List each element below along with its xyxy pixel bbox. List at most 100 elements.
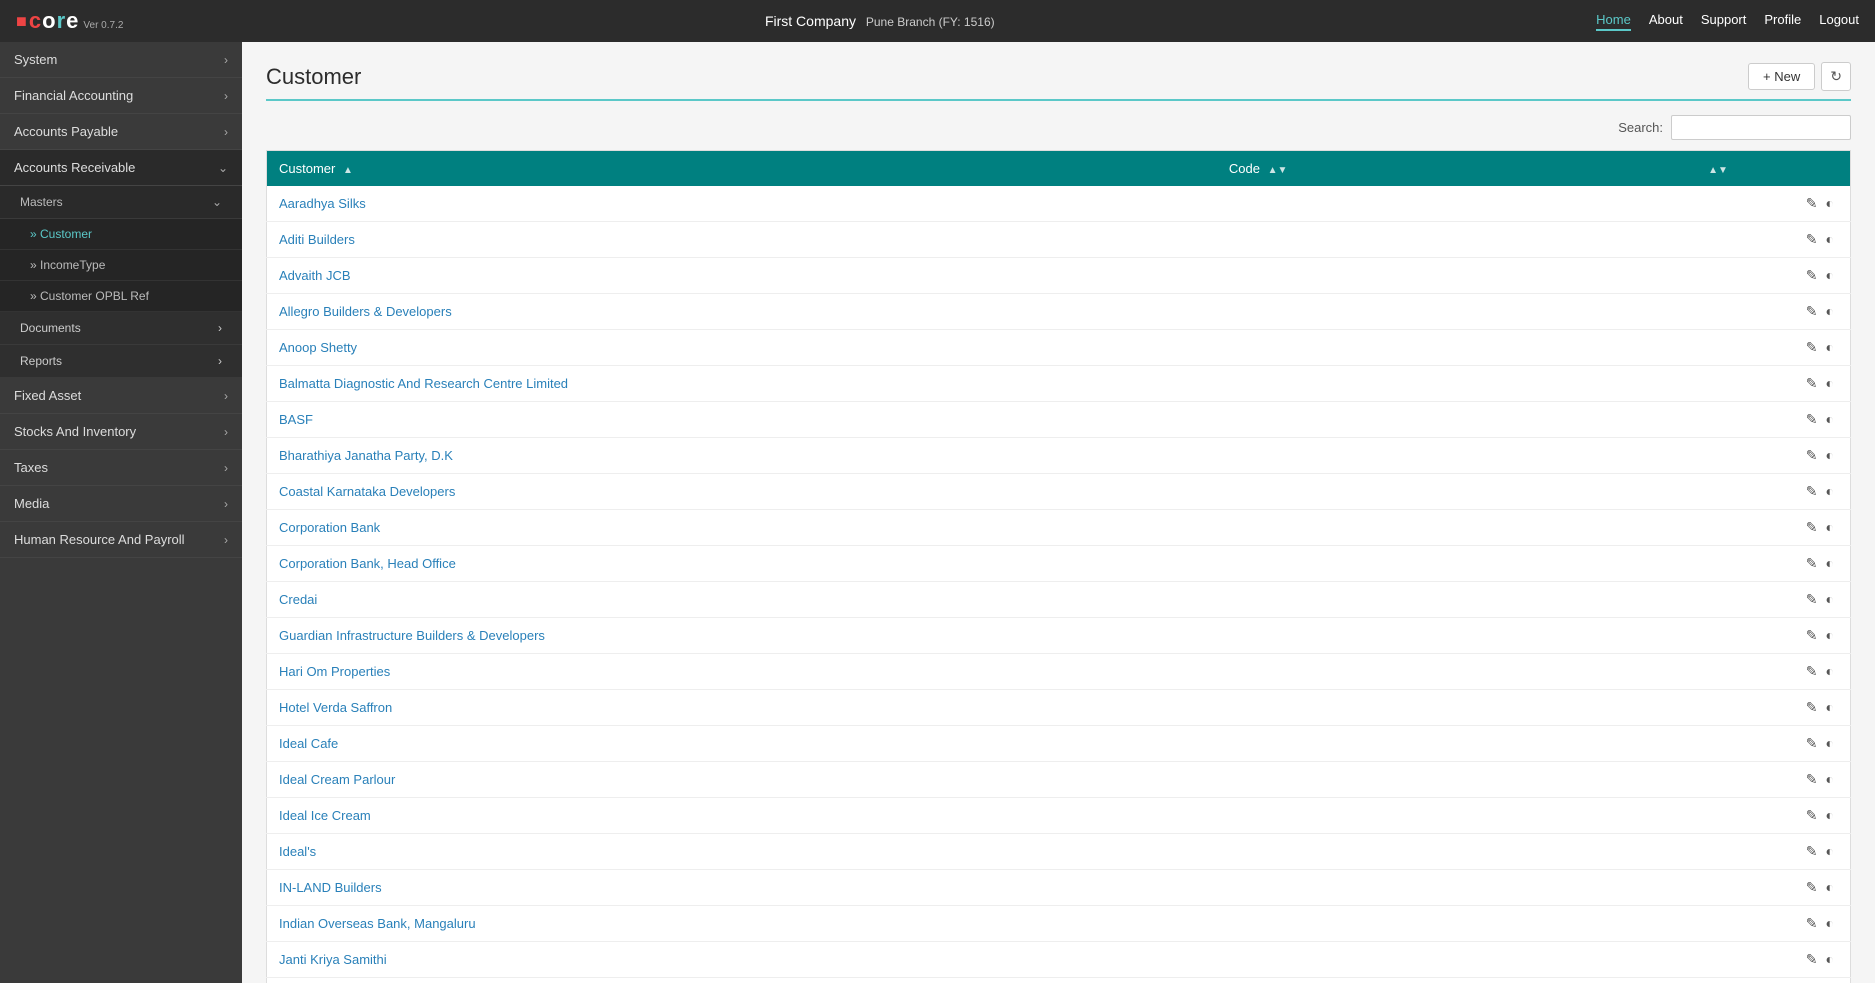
edit-button[interactable]: ✎: [1802, 409, 1822, 430]
sidebar-item-income-type[interactable]: » IncomeType: [0, 250, 242, 281]
sidebar-item-fixed-asset[interactable]: Fixed Asset ›: [0, 378, 242, 414]
nav-home[interactable]: Home: [1596, 12, 1631, 31]
customer-link[interactable]: Ideal Ice Cream: [279, 808, 371, 823]
view-button[interactable]: ◐: [1822, 697, 1838, 717]
sidebar-item-system[interactable]: System ›: [0, 42, 242, 78]
view-button[interactable]: ◐: [1822, 229, 1838, 249]
nav-logout[interactable]: Logout: [1819, 12, 1859, 31]
view-button[interactable]: ◐: [1822, 409, 1838, 429]
sidebar-item-human-resource[interactable]: Human Resource And Payroll ›: [0, 522, 242, 558]
view-button[interactable]: ◐: [1822, 373, 1838, 393]
col-header-customer[interactable]: Customer ▲: [267, 151, 1217, 187]
sidebar-group-masters[interactable]: Masters ⌄: [0, 186, 242, 219]
customer-link[interactable]: IN-LAND Builders: [279, 880, 382, 895]
sidebar-item-taxes[interactable]: Taxes ›: [0, 450, 242, 486]
customer-link[interactable]: Indian Overseas Bank, Mangaluru: [279, 916, 476, 931]
edit-button[interactable]: ✎: [1802, 373, 1822, 394]
view-button[interactable]: ◐: [1822, 913, 1838, 933]
customer-link[interactable]: Corporation Bank, Head Office: [279, 556, 456, 571]
view-button[interactable]: ◐: [1822, 301, 1838, 321]
customer-link[interactable]: BASF: [279, 412, 313, 427]
view-button[interactable]: ◐: [1822, 553, 1838, 573]
customer-link[interactable]: Ideal's: [279, 844, 316, 859]
customer-link[interactable]: Aditi Builders: [279, 232, 355, 247]
table-row: Corporation Bank, Head Office ✎◐: [267, 546, 1851, 582]
view-button[interactable]: ◐: [1822, 949, 1838, 969]
refresh-button[interactable]: ↻: [1821, 62, 1851, 91]
customer-link[interactable]: Coastal Karnataka Developers: [279, 484, 455, 499]
customer-link[interactable]: Balmatta Diagnostic And Research Centre …: [279, 376, 568, 391]
view-button[interactable]: ◐: [1822, 625, 1838, 645]
customer-link[interactable]: Hari Om Properties: [279, 664, 390, 679]
cell-customer: Ideal's: [267, 834, 1217, 870]
edit-button[interactable]: ✎: [1802, 589, 1822, 610]
edit-button[interactable]: ✎: [1802, 733, 1822, 754]
edit-button[interactable]: ✎: [1802, 877, 1822, 898]
nav-profile[interactable]: Profile: [1764, 12, 1801, 31]
nav-about[interactable]: About: [1649, 12, 1683, 31]
customer-link[interactable]: Ideal Cream Parlour: [279, 772, 395, 787]
edit-button[interactable]: ✎: [1802, 517, 1822, 538]
cell-code: [1217, 294, 1692, 330]
view-button[interactable]: ◐: [1822, 337, 1838, 357]
sidebar-item-documents[interactable]: Documents ›: [0, 312, 242, 345]
edit-button[interactable]: ✎: [1802, 337, 1822, 358]
sidebar-item-customer[interactable]: » Customer: [0, 219, 242, 250]
sidebar-item-reports[interactable]: Reports ›: [0, 345, 242, 378]
customer-link[interactable]: Guardian Infrastructure Builders & Devel…: [279, 628, 545, 643]
customer-link[interactable]: Allegro Builders & Developers: [279, 304, 452, 319]
view-button[interactable]: ◐: [1822, 193, 1838, 213]
customer-link[interactable]: Janti Kriya Samithi: [279, 952, 387, 967]
view-button[interactable]: ◐: [1822, 769, 1838, 789]
view-button[interactable]: ◐: [1822, 661, 1838, 681]
edit-button[interactable]: ✎: [1802, 949, 1822, 970]
edit-button[interactable]: ✎: [1802, 445, 1822, 466]
sidebar-item-media[interactable]: Media ›: [0, 486, 242, 522]
customer-link[interactable]: Aaradhya Silks: [279, 196, 366, 211]
sidebar-item-stocks-inventory[interactable]: Stocks And Inventory ›: [0, 414, 242, 450]
customer-link[interactable]: Corporation Bank: [279, 520, 380, 535]
view-button[interactable]: ◐: [1822, 877, 1838, 897]
edit-button[interactable]: ✎: [1802, 913, 1822, 934]
customer-link[interactable]: Credai: [279, 592, 317, 607]
cell-actions: ✎◐: [1692, 906, 1850, 942]
edit-button[interactable]: ✎: [1802, 193, 1822, 214]
view-button[interactable]: ◐: [1822, 481, 1838, 501]
new-button[interactable]: + New: [1748, 63, 1815, 90]
view-button[interactable]: ◐: [1822, 445, 1838, 465]
customer-link[interactable]: Ideal Cafe: [279, 736, 338, 751]
customer-link[interactable]: Bharathiya Janatha Party, D.K: [279, 448, 453, 463]
edit-button[interactable]: ✎: [1802, 625, 1822, 646]
view-button[interactable]: ◐: [1822, 733, 1838, 753]
cell-code: [1217, 258, 1692, 294]
cell-code: [1217, 798, 1692, 834]
sidebar-item-accounts-receivable[interactable]: Accounts Receivable ⌄: [0, 150, 242, 186]
edit-button[interactable]: ✎: [1802, 805, 1822, 826]
customer-link[interactable]: Hotel Verda Saffron: [279, 700, 392, 715]
view-button[interactable]: ◐: [1822, 805, 1838, 825]
edit-button[interactable]: ✎: [1802, 481, 1822, 502]
cell-customer: Credai: [267, 582, 1217, 618]
view-button[interactable]: ◐: [1822, 265, 1838, 285]
edit-button[interactable]: ✎: [1802, 841, 1822, 862]
sidebar-item-accounts-payable[interactable]: Accounts Payable ›: [0, 114, 242, 150]
table-row: BASF ✎◐: [267, 402, 1851, 438]
edit-button[interactable]: ✎: [1802, 553, 1822, 574]
view-button[interactable]: ◐: [1822, 517, 1838, 537]
sidebar-item-financial-accounting[interactable]: Financial Accounting ›: [0, 78, 242, 114]
edit-button[interactable]: ✎: [1802, 265, 1822, 286]
view-button[interactable]: ◐: [1822, 589, 1838, 609]
nav-support[interactable]: Support: [1701, 12, 1747, 31]
sidebar-item-customer-opbl-ref[interactable]: » Customer OPBL Ref: [0, 281, 242, 312]
edit-button[interactable]: ✎: [1802, 229, 1822, 250]
edit-button[interactable]: ✎: [1802, 697, 1822, 718]
customer-link[interactable]: Advaith JCB: [279, 268, 351, 283]
table-row: Credai ✎◐: [267, 582, 1851, 618]
customer-link[interactable]: Anoop Shetty: [279, 340, 357, 355]
col-header-code[interactable]: Code ▲▼: [1217, 151, 1692, 187]
edit-button[interactable]: ✎: [1802, 769, 1822, 790]
search-input[interactable]: [1671, 115, 1851, 140]
edit-button[interactable]: ✎: [1802, 301, 1822, 322]
edit-button[interactable]: ✎: [1802, 661, 1822, 682]
view-button[interactable]: ◐: [1822, 841, 1838, 861]
